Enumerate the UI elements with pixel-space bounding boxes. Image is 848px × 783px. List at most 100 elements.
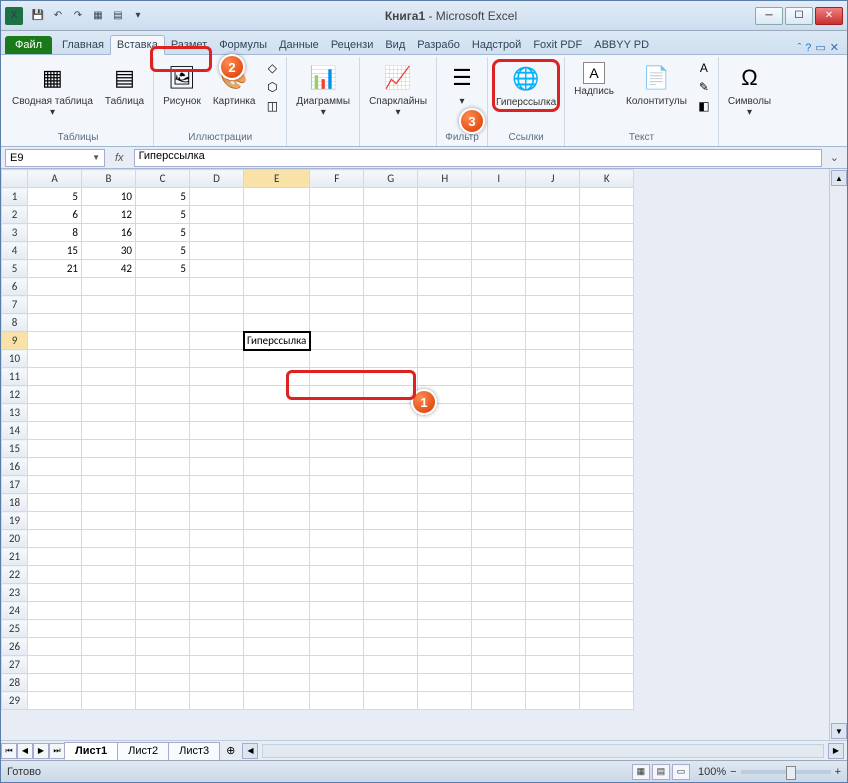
cell[interactable]	[472, 332, 526, 350]
cell[interactable]	[472, 512, 526, 530]
cell[interactable]	[580, 494, 634, 512]
cell[interactable]	[190, 386, 244, 404]
cell[interactable]	[82, 494, 136, 512]
col-header[interactable]: C	[136, 170, 190, 188]
row-header[interactable]: 9	[2, 332, 28, 350]
cell[interactable]	[244, 476, 310, 494]
row-header[interactable]: 6	[2, 278, 28, 296]
cell[interactable]	[244, 530, 310, 548]
zoom-in-icon[interactable]: +	[835, 766, 841, 778]
cell[interactable]	[472, 674, 526, 692]
cell[interactable]	[418, 494, 472, 512]
cell[interactable]	[526, 242, 580, 260]
cell[interactable]	[472, 368, 526, 386]
cell[interactable]	[472, 188, 526, 206]
cell[interactable]	[526, 332, 580, 350]
cell[interactable]	[190, 638, 244, 656]
cell[interactable]	[244, 674, 310, 692]
cell[interactable]	[136, 674, 190, 692]
cell[interactable]	[526, 584, 580, 602]
cell[interactable]	[244, 602, 310, 620]
pivot-table-button[interactable]: ▦ Сводная таблица▾	[7, 59, 98, 121]
ribbon-minimize-icon[interactable]: ˆ	[798, 42, 802, 54]
cell[interactable]	[244, 206, 310, 224]
cell[interactable]	[310, 314, 364, 332]
cell[interactable]	[418, 332, 472, 350]
cell[interactable]	[28, 674, 82, 692]
cell[interactable]	[310, 512, 364, 530]
cell[interactable]	[364, 620, 418, 638]
undo-icon[interactable]: ↶	[49, 7, 67, 25]
screenshot-icon[interactable]: ◫	[262, 97, 282, 115]
cell[interactable]	[418, 638, 472, 656]
cell[interactable]	[580, 620, 634, 638]
cell[interactable]	[310, 656, 364, 674]
cell[interactable]	[364, 404, 418, 422]
col-header[interactable]: H	[418, 170, 472, 188]
cell[interactable]	[526, 314, 580, 332]
col-header[interactable]: I	[472, 170, 526, 188]
cell[interactable]	[472, 656, 526, 674]
cell[interactable]	[28, 692, 82, 710]
cell[interactable]	[244, 458, 310, 476]
row-header[interactable]: 20	[2, 530, 28, 548]
row-header[interactable]: 13	[2, 404, 28, 422]
cell[interactable]	[310, 440, 364, 458]
name-box[interactable]: E9▼	[5, 149, 105, 167]
cell[interactable]	[472, 584, 526, 602]
cell[interactable]	[580, 260, 634, 278]
cell[interactable]	[472, 206, 526, 224]
cell[interactable]	[244, 656, 310, 674]
cell[interactable]: 5	[136, 188, 190, 206]
cell[interactable]	[310, 602, 364, 620]
row-header[interactable]: 3	[2, 224, 28, 242]
cell[interactable]: 21	[28, 260, 82, 278]
cell[interactable]	[190, 602, 244, 620]
cell[interactable]	[190, 530, 244, 548]
cell[interactable]	[472, 566, 526, 584]
cell[interactable]	[472, 242, 526, 260]
cell[interactable]	[82, 620, 136, 638]
row-header[interactable]: 29	[2, 692, 28, 710]
cell[interactable]	[418, 602, 472, 620]
cell[interactable]	[418, 242, 472, 260]
cell[interactable]	[472, 224, 526, 242]
cell[interactable]	[28, 602, 82, 620]
cell[interactable]	[82, 584, 136, 602]
cell[interactable]	[244, 404, 310, 422]
cell[interactable]	[190, 368, 244, 386]
cell[interactable]	[364, 188, 418, 206]
cell[interactable]	[136, 458, 190, 476]
cell[interactable]: 12	[82, 206, 136, 224]
cell[interactable]	[580, 512, 634, 530]
cell[interactable]	[28, 458, 82, 476]
cell[interactable]	[136, 530, 190, 548]
cell[interactable]	[364, 548, 418, 566]
cell[interactable]	[418, 458, 472, 476]
select-all[interactable]	[2, 170, 28, 188]
charts-button[interactable]: 📊 Диаграммы▾	[291, 59, 355, 121]
cell[interactable]	[28, 476, 82, 494]
cell[interactable]	[364, 314, 418, 332]
cell[interactable]: 5	[136, 206, 190, 224]
cell[interactable]	[136, 386, 190, 404]
row-header[interactable]: 26	[2, 638, 28, 656]
minimize-button[interactable]: ─	[755, 7, 783, 25]
row-header[interactable]: 5	[2, 260, 28, 278]
cell[interactable]	[28, 278, 82, 296]
cell[interactable]	[28, 512, 82, 530]
cell[interactable]	[580, 206, 634, 224]
cell[interactable]: 5	[136, 242, 190, 260]
cell[interactable]	[190, 674, 244, 692]
symbols-button[interactable]: Ω Символы▾	[723, 59, 776, 121]
slicer-button[interactable]: ☰ ▾	[441, 59, 483, 110]
cell[interactable]	[244, 350, 310, 368]
shapes-icon[interactable]: ◇	[262, 59, 282, 77]
row-header[interactable]: 21	[2, 548, 28, 566]
cell[interactable]	[310, 278, 364, 296]
tab-file[interactable]: Файл	[5, 36, 52, 54]
cell[interactable]	[82, 602, 136, 620]
cell[interactable]	[310, 296, 364, 314]
cell[interactable]: 42	[82, 260, 136, 278]
cell[interactable]	[580, 332, 634, 350]
